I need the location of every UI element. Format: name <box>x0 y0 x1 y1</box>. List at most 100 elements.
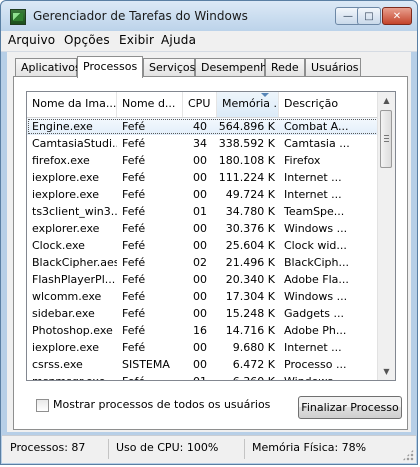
process-rows: Engine.exe Fefé 40 564.896 K Combat A... Camt… <box>27 118 379 380</box>
process-row[interactable]: sidebar.exe Fefé 00 15.248 K Gadgets ... <box>27 305 379 322</box>
process-row[interactable]: CamtasiaStudi... Fefé 34 338.592 K Camtasia … <box>27 135 379 152</box>
title-bar[interactable]: Gerenciador de Tarefas do Windows — □ ✕ <box>1 1 417 31</box>
process-cpu: 00 <box>193 222 207 235</box>
process-image-name: sidebar.exe <box>32 307 95 320</box>
process-description: Combat A... <box>284 120 349 133</box>
vertical-scrollbar[interactable]: ▲ ▼ <box>377 92 395 380</box>
status-process-count: Processos: 87 <box>10 441 86 454</box>
process-cpu: 00 <box>193 307 207 320</box>
process-user-name: SISTEMA <box>122 358 170 371</box>
show-all-processes-checkbox[interactable] <box>36 399 49 412</box>
menu-exibir[interactable]: Exibir <box>119 33 154 47</box>
process-user-name: Fefé <box>122 137 146 150</box>
process-row[interactable]: iexplore.exe Fefé 00 111.224 K Internet ... <box>27 169 379 186</box>
process-memory: 21.496 K <box>225 256 275 269</box>
process-cpu: 00 <box>193 341 207 354</box>
column-header-cpu[interactable]: CPU <box>183 92 217 117</box>
process-memory: 338.592 K <box>218 137 275 150</box>
process-description: Windows ... <box>284 290 348 303</box>
process-memory: 14.716 K <box>225 324 275 337</box>
process-row[interactable]: iexplore.exe Fefé 00 49.724 K Internet ... <box>27 186 379 203</box>
process-cpu: 00 <box>193 358 207 371</box>
column-header-description[interactable]: Descrição <box>279 92 379 117</box>
process-memory: 25.604 K <box>225 239 275 252</box>
process-image-name: Clock.exe <box>32 239 85 252</box>
process-description: Clock wid... <box>284 239 347 252</box>
show-all-processes-label[interactable]: Mostrar processos de todos os usuários <box>53 398 270 411</box>
column-header-user-name[interactable]: Nome d... <box>117 92 183 117</box>
process-user-name: Fefé <box>122 341 146 354</box>
task-manager-window: Gerenciador de Tarefas do Windows — □ ✕ … <box>0 0 418 465</box>
process-list[interactable]: Nome da Ima... Nome d... CPU Memória ...… <box>26 91 396 381</box>
process-cpu: 00 <box>193 239 207 252</box>
close-button[interactable]: ✕ <box>382 7 412 25</box>
process-cpu: 02 <box>193 256 207 269</box>
column-header-memory-label: Memória ... <box>222 97 279 110</box>
column-header-memory[interactable]: Memória ... <box>217 92 279 117</box>
scrollbar-thumb[interactable] <box>380 110 392 168</box>
process-memory: 6.360 K <box>217 373 279 380</box>
process-description: Internet ... <box>284 341 342 354</box>
process-user-name: Fefé <box>122 307 146 320</box>
tab-processos[interactable]: Processos <box>77 56 143 78</box>
process-row[interactable]: explorer.exe Fefé 00 30.376 K Windows ... <box>27 220 379 237</box>
process-description: Gadgets ... <box>284 307 345 320</box>
process-row[interactable]: Photoshop.exe Fefé 16 14.716 K Adobe Ph... <box>27 322 379 339</box>
maximize-button[interactable]: □ <box>357 7 381 25</box>
menu-arquivo[interactable]: Arquivo <box>8 33 55 47</box>
scroll-down-arrow-icon[interactable]: ▼ <box>378 363 395 380</box>
process-image-name: CamtasiaStudi... <box>32 137 117 150</box>
process-row[interactable]: msnmsgr.exeFefé016.360 KWindows ... <box>27 373 379 380</box>
process-row[interactable]: firefox.exe Fefé 00 180.108 K Firefox <box>27 152 379 169</box>
process-row[interactable]: ts3client_win3... Fefé 01 34.780 K TeamSpe..… <box>27 203 379 220</box>
process-image-name: ts3client_win3... <box>32 205 117 218</box>
process-memory: 20.340 K <box>225 273 275 286</box>
process-cpu: 00 <box>193 154 207 167</box>
process-description: Internet ... <box>284 188 342 201</box>
process-description: Adobe Fla... <box>284 273 349 286</box>
tab-servicos[interactable]: Serviços <box>143 58 195 76</box>
process-memory: 9.680 K <box>232 341 275 354</box>
process-description: Internet ... <box>284 171 342 184</box>
process-row[interactable]: iexplore.exe Fefé 00 9.680 K Internet ... <box>27 339 379 356</box>
process-description: Processo ... <box>284 358 347 371</box>
process-row[interactable]: wlcomm.exe Fefé 00 17.304 K Windows ... <box>27 288 379 305</box>
main-panel: Aplicativos Processos Serviços Desempenh… <box>7 52 411 432</box>
tab-desempenho[interactable]: Desempenho <box>195 58 274 76</box>
process-row[interactable]: csrss.exe SISTEMA 00 6.472 K Processo ... <box>27 356 379 373</box>
process-image-name: msnmsgr.exe <box>27 373 117 380</box>
processes-tab-panel: Nome da Ima... Nome d... CPU Memória ...… <box>13 76 408 430</box>
process-cpu: 40 <box>193 120 207 133</box>
process-image-name: Photoshop.exe <box>32 324 113 337</box>
process-image-name: Engine.exe <box>32 120 93 133</box>
process-cpu: 01 <box>193 205 207 218</box>
process-image-name: iexplore.exe <box>32 341 99 354</box>
process-memory: 111.224 K <box>218 171 275 184</box>
tab-rede[interactable]: Rede <box>265 58 305 76</box>
menu-ajuda[interactable]: Ajuda <box>161 33 196 47</box>
column-header-image-name[interactable]: Nome da Ima... <box>27 92 117 117</box>
process-description: Windows ... <box>284 222 348 235</box>
process-image-name: BlackCipher.aes <box>32 256 117 269</box>
end-process-button[interactable]: Finalizar Processo <box>298 396 402 419</box>
process-description: Adobe Ph... <box>284 324 347 337</box>
process-row[interactable]: FlashPlayerPl... Fefé 00 20.340 K Adobe Fla.… <box>27 271 379 288</box>
status-divider <box>244 439 245 459</box>
window-title: Gerenciador de Tarefas do Windows <box>33 9 248 23</box>
process-description: TeamSpe... <box>284 205 345 218</box>
process-image-name: firefox.exe <box>32 154 90 167</box>
tab-usuarios[interactable]: Usuários <box>305 58 361 76</box>
resize-grip-icon[interactable] <box>402 449 414 461</box>
process-memory: 180.108 K <box>218 154 275 167</box>
scroll-up-arrow-icon[interactable]: ▲ <box>378 92 395 109</box>
menu-opcoes[interactable]: Opções <box>64 33 110 47</box>
process-row[interactable]: BlackCipher.aes Fefé 02 21.496 K BlackCiph..… <box>27 254 379 271</box>
process-row[interactable]: Engine.exe Fefé 40 564.896 K Combat A... <box>27 118 379 135</box>
tab-aplicativos[interactable]: Aplicativos <box>15 58 81 76</box>
status-cpu-usage: Uso de CPU: 100% <box>116 441 219 454</box>
process-user-name: Fefé <box>122 290 146 303</box>
process-image-name: csrss.exe <box>32 358 83 371</box>
status-bar: Processos: 87 Uso de CPU: 100% Memória F… <box>2 435 416 463</box>
process-row[interactable]: Clock.exe Fefé 00 25.604 K Clock wid... <box>27 237 379 254</box>
process-description: Windows ... <box>279 373 379 380</box>
